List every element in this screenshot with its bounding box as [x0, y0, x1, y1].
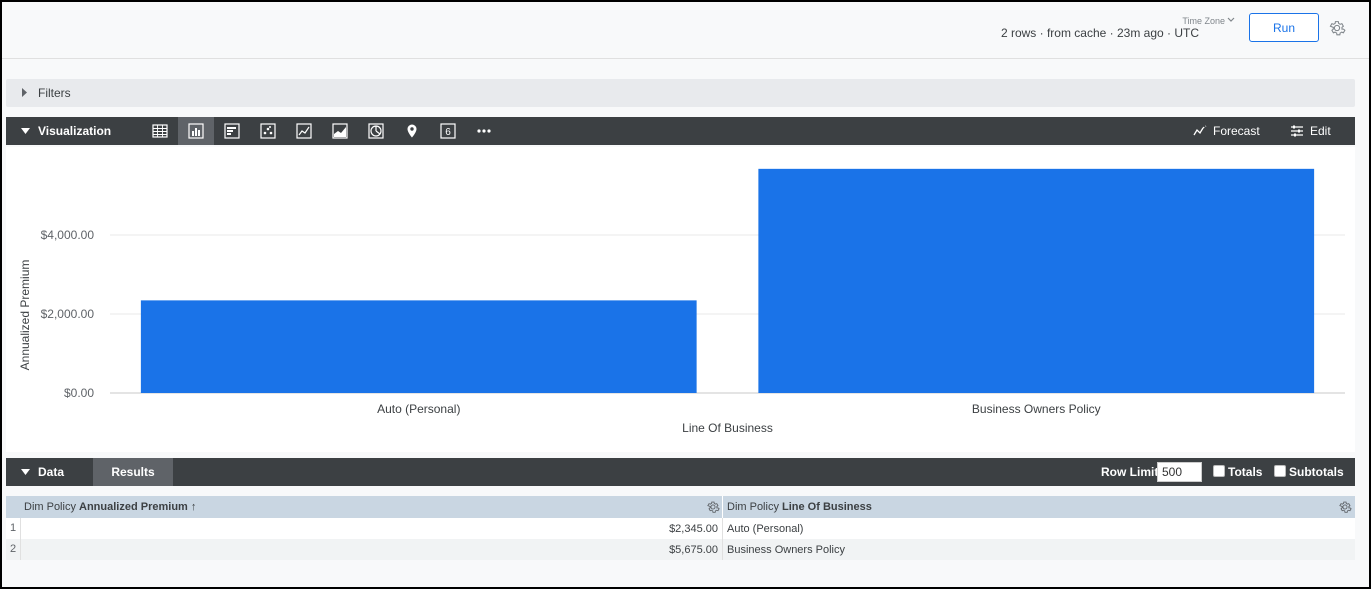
scatter-icon[interactable]	[250, 117, 286, 145]
totals-checkbox[interactable]	[1213, 465, 1225, 477]
forecast-button[interactable]: Forecast	[1193, 124, 1260, 138]
subtotals-label: Subtotals	[1289, 465, 1344, 479]
visualization-title[interactable]: Visualization	[38, 124, 111, 138]
column-header-line-of-business[interactable]: Dim Policy Line Of Business	[727, 501, 872, 513]
row-limit-input[interactable]	[1157, 462, 1202, 482]
map-pin-icon[interactable]	[394, 117, 430, 145]
forecast-icon	[1193, 125, 1207, 136]
y-tick-label: $0.00	[64, 386, 94, 400]
bar-chart: $0.00 $2,000.00 $4,000.00 Auto (Personal) Bu…	[18, 168, 1345, 435]
tab-results[interactable]: Results	[93, 458, 173, 486]
filters-label: Filters	[38, 86, 71, 100]
caret-down-icon[interactable]	[21, 128, 30, 134]
svg-text:6: 6	[445, 127, 451, 138]
visualization-bar: Visualization 6 Forecast Edit	[6, 117, 1355, 145]
single-value-icon[interactable]: 6	[430, 117, 466, 145]
query-status: 2 rows · from cache · 23m ago · UTC	[1000, 26, 1199, 40]
x-tick-label: Business Owners Policy	[972, 402, 1101, 416]
sort-asc-icon: ↑	[190, 501, 197, 513]
x-axis-label: Line Of Business	[682, 421, 773, 435]
bar[interactable]	[140, 300, 697, 393]
query-header: 2 rows · from cache · 23m ago · UTC Time…	[2, 2, 1369, 59]
column-gear-icon[interactable]	[706, 500, 720, 514]
column-header-premium[interactable]: Dim Policy Annualized Premium ↑	[24, 501, 196, 513]
cell-premium[interactable]: $5,675.00	[669, 544, 718, 556]
results-table: Dim Policy Annualized Premium ↑ Dim Poli…	[6, 496, 1355, 560]
filters-section[interactable]: Filters	[6, 79, 1355, 107]
table-row: 2 $5,675.00 Business Owners Policy	[6, 539, 1355, 560]
line-chart-icon[interactable]	[286, 117, 322, 145]
row-number: 1	[10, 522, 17, 534]
cell-line-of-business[interactable]: Auto (Personal)	[727, 523, 803, 535]
edit-button[interactable]: Edit	[1290, 124, 1331, 138]
x-tick-label: Auto (Personal)	[377, 402, 460, 416]
cell-line-of-business[interactable]: Business Owners Policy	[727, 544, 845, 556]
data-bar: Data Results Row Limit Totals Subtotals	[6, 458, 1355, 486]
column-chart-icon[interactable]	[214, 117, 250, 145]
table-header: Dim Policy Annualized Premium ↑ Dim Poli…	[6, 496, 1355, 518]
column-gear-icon[interactable]	[1338, 500, 1352, 514]
row-limit-label: Row Limit	[1101, 465, 1159, 479]
chart-area: $0.00 $2,000.00 $4,000.00 Auto (Personal) Bu…	[6, 147, 1355, 452]
visualization-type-picker: 6	[142, 117, 502, 145]
explore-frame: 2 rows · from cache · 23m ago · UTC Time…	[0, 0, 1371, 589]
forecast-label: Forecast	[1213, 124, 1260, 138]
y-tick-label: $4,000.00	[41, 228, 95, 242]
caret-down-icon[interactable]	[21, 469, 30, 475]
table-icon[interactable]	[142, 117, 178, 145]
chevron-down-icon[interactable]	[1227, 16, 1235, 24]
sliders-icon	[1291, 125, 1303, 137]
cell-premium[interactable]: $2,345.00	[669, 523, 718, 535]
y-tick-label: $2,000.00	[41, 307, 95, 321]
area-chart-icon[interactable]	[322, 117, 358, 145]
gear-icon[interactable]	[1328, 19, 1346, 37]
totals-label: Totals	[1228, 465, 1263, 479]
row-number: 2	[10, 543, 17, 555]
timezone-label[interactable]: Time Zone	[1182, 16, 1225, 26]
caret-right-icon	[22, 88, 27, 97]
edit-label: Edit	[1310, 124, 1331, 138]
run-button[interactable]: Run	[1249, 13, 1319, 42]
bar[interactable]	[758, 168, 1315, 393]
more-icon[interactable]	[466, 117, 502, 145]
bar-chart-icon[interactable]	[178, 117, 214, 145]
pie-chart-icon[interactable]	[358, 117, 394, 145]
y-axis-label: Annualized Premium	[18, 260, 32, 371]
subtotals-checkbox[interactable]	[1274, 465, 1286, 477]
data-title[interactable]: Data	[38, 465, 64, 479]
table-row: 1 $2,345.00 Auto (Personal)	[6, 518, 1355, 539]
